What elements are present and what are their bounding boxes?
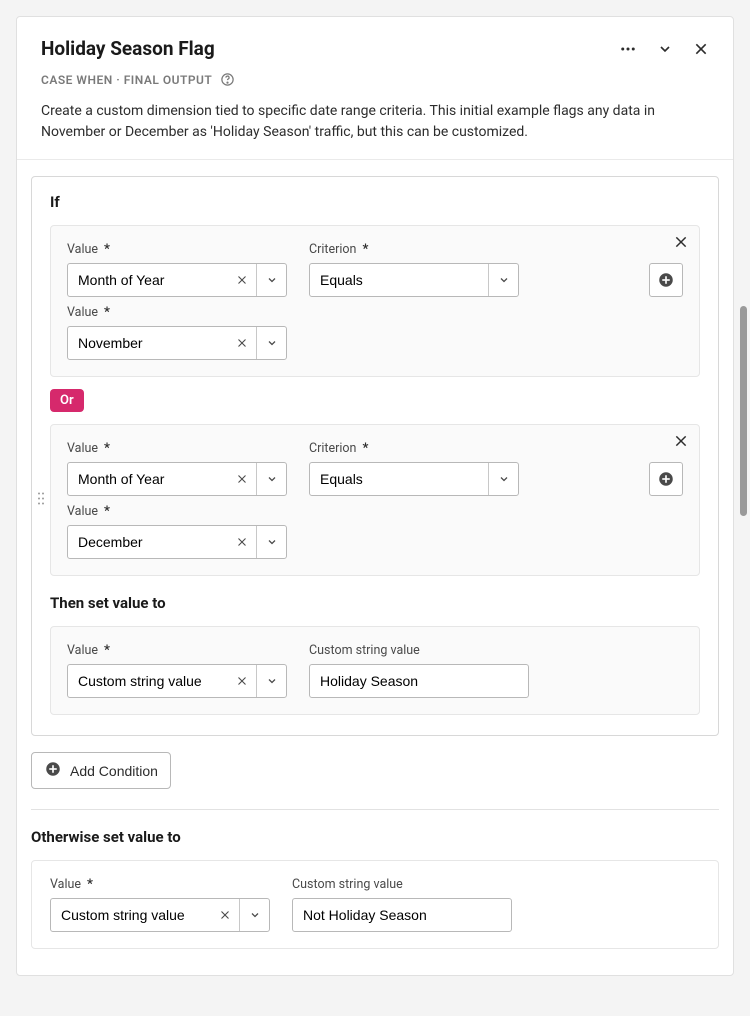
otherwise-value-type-field: Value*: [50, 877, 270, 932]
criterion-field: Criterion*: [309, 441, 519, 496]
chevron-down-icon[interactable]: [256, 264, 286, 296]
value-label: Value*: [50, 877, 270, 892]
otherwise-block: Otherwise set value to Value* Custom str…: [31, 828, 719, 949]
value-field-2: Value*: [67, 504, 287, 559]
description: Create a custom dimension tied to specif…: [41, 101, 709, 143]
chevron-down-icon[interactable]: [239, 899, 269, 931]
clear-icon[interactable]: [228, 665, 256, 697]
drag-handle-icon[interactable]: [37, 491, 45, 510]
otherwise-custom-string-field: Custom string value: [292, 877, 512, 932]
value-label: Value*: [67, 441, 287, 456]
then-value-type-field: Value*: [67, 643, 287, 698]
clear-icon[interactable]: [228, 526, 256, 558]
criterion-input[interactable]: [310, 463, 488, 495]
plus-circle-icon: [44, 760, 62, 781]
scrollbar-thumb[interactable]: [740, 306, 747, 516]
then-heading: Then set value to: [50, 594, 700, 612]
otherwise-custom-string-input[interactable]: [292, 898, 512, 932]
add-condition-label: Add Condition: [70, 763, 158, 779]
add-criterion-button[interactable]: [649, 462, 683, 496]
custom-string-label: Custom string value: [292, 877, 512, 892]
criterion-label: Criterion*: [309, 441, 519, 456]
value-combo-1[interactable]: [67, 263, 287, 297]
panel-header: Holiday Season Flag CASE WHEN · FINAL OU…: [17, 17, 733, 160]
criterion-combo[interactable]: [309, 263, 519, 297]
title-row: Holiday Season Flag: [41, 37, 709, 60]
then-block: Then set value to Value* Custom: [50, 594, 700, 715]
otherwise-value-input[interactable]: [51, 899, 211, 931]
if-heading: If: [50, 193, 700, 211]
value-field-1: Value*: [67, 242, 287, 297]
value-input[interactable]: [68, 327, 228, 359]
panel-body: If Value* Criterion: [17, 160, 733, 975]
value-combo-2[interactable]: [67, 326, 287, 360]
value-input[interactable]: [68, 526, 228, 558]
value-input[interactable]: [68, 264, 228, 296]
if-block: If Value* Criterion: [31, 176, 719, 736]
clear-icon[interactable]: [228, 264, 256, 296]
value-combo-2[interactable]: [67, 525, 287, 559]
rule-panel: Holiday Season Flag CASE WHEN · FINAL OU…: [16, 16, 734, 976]
value-field-2: Value*: [67, 305, 287, 360]
then-custom-string-input[interactable]: [309, 664, 529, 698]
remove-condition-icon[interactable]: [673, 433, 689, 453]
value-combo-1[interactable]: [67, 462, 287, 496]
condition-card: Value* Criterion*: [50, 424, 700, 576]
clear-icon[interactable]: [211, 899, 239, 931]
chevron-down-icon[interactable]: [256, 463, 286, 495]
subtitle-row: CASE WHEN · FINAL OUTPUT: [41, 72, 709, 87]
chevron-down-icon[interactable]: [256, 526, 286, 558]
chevron-down-icon[interactable]: [256, 665, 286, 697]
chevron-down-icon[interactable]: [256, 327, 286, 359]
then-value-input[interactable]: [68, 665, 228, 697]
divider: [31, 809, 719, 810]
then-value-combo[interactable]: [67, 664, 287, 698]
add-condition-button[interactable]: Add Condition: [31, 752, 171, 789]
title-actions: [619, 40, 709, 58]
custom-string-label: Custom string value: [309, 643, 529, 658]
chevron-down-icon[interactable]: [488, 264, 518, 296]
value-input[interactable]: [68, 463, 228, 495]
collapse-icon[interactable]: [657, 41, 673, 57]
criterion-input[interactable]: [310, 264, 488, 296]
add-criterion-button[interactable]: [649, 263, 683, 297]
value-label: Value*: [67, 643, 287, 658]
criterion-combo[interactable]: [309, 462, 519, 496]
otherwise-card: Value* Custom string value: [31, 860, 719, 949]
clear-icon[interactable]: [228, 463, 256, 495]
value-label: Value*: [67, 305, 287, 320]
criterion-label: Criterion*: [309, 242, 519, 257]
subtitle: CASE WHEN · FINAL OUTPUT: [41, 73, 212, 87]
or-connector[interactable]: Or: [50, 389, 84, 412]
criterion-field: Criterion*: [309, 242, 519, 297]
help-icon[interactable]: [220, 72, 235, 87]
clear-icon[interactable]: [228, 327, 256, 359]
condition-card: Value* Criterion*: [50, 225, 700, 377]
remove-condition-icon[interactable]: [673, 234, 689, 254]
chevron-down-icon[interactable]: [488, 463, 518, 495]
then-custom-string-field: Custom string value: [309, 643, 529, 698]
close-icon[interactable]: [693, 41, 709, 57]
value-label: Value*: [67, 242, 287, 257]
otherwise-heading: Otherwise set value to: [31, 828, 719, 846]
then-card: Value* Custom string value: [50, 626, 700, 715]
more-icon[interactable]: [619, 40, 637, 58]
value-field-1: Value*: [67, 441, 287, 496]
page-title: Holiday Season Flag: [41, 37, 215, 60]
otherwise-value-combo[interactable]: [50, 898, 270, 932]
value-label: Value*: [67, 504, 287, 519]
